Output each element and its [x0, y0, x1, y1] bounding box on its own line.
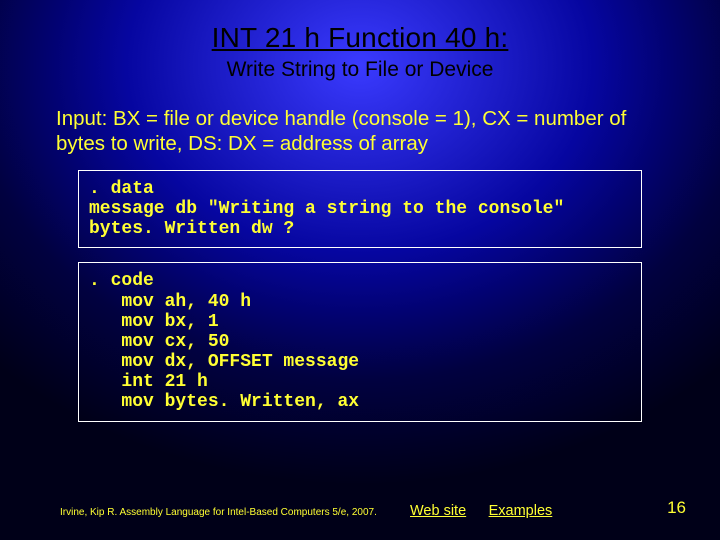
examples-link[interactable]: Examples: [489, 503, 553, 519]
citation-text: Irvine, Kip R. Assembly Language for Int…: [60, 507, 377, 518]
slide-footer: Irvine, Kip R. Assembly Language for Int…: [0, 502, 720, 520]
input-description: Input: BX = file or device handle (conso…: [56, 106, 664, 156]
slide-subtitle: Write String to File or Device: [0, 58, 720, 82]
footer-links: Web site Examples: [410, 502, 570, 520]
web-site-link[interactable]: Web site: [410, 503, 466, 519]
code-block-data: . data message db "Writing a string to t…: [78, 170, 642, 248]
page-number: 16: [667, 498, 686, 518]
slide-title: INT 21 h Function 40 h:: [0, 0, 720, 54]
code-block-code: . code mov ah, 40 h mov bx, 1 mov cx, 50…: [78, 262, 642, 421]
